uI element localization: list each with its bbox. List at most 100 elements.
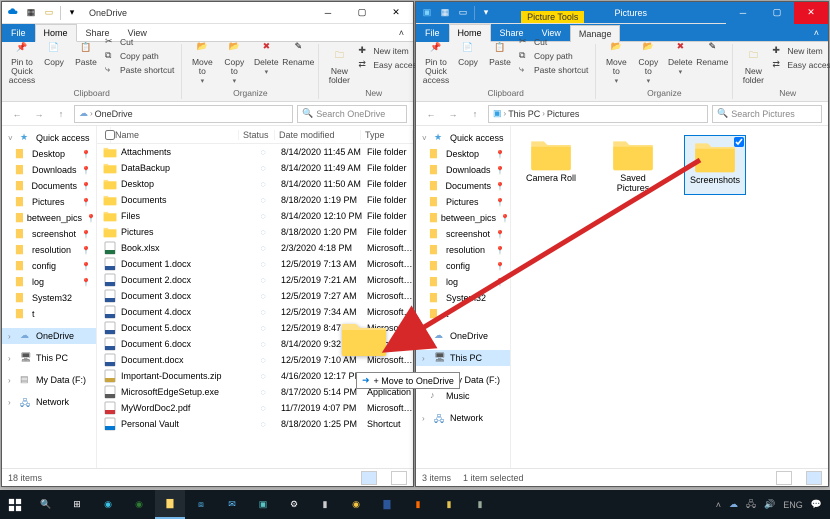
nav-item-system32[interactable]: ▇System32 — [416, 290, 510, 306]
file-row[interactable]: Attachments ◌ 8/14/2020 11:45 AM File fo… — [97, 144, 413, 160]
tab-share[interactable]: Share — [491, 24, 533, 42]
file-row[interactable]: Document 6.docx ◌ 8/14/2020 9:32 AM Micr… — [97, 336, 413, 352]
view-icons-button[interactable] — [806, 471, 822, 485]
tray-notifications-icon[interactable]: 💬 — [811, 499, 822, 510]
move-to-button[interactable]: 📂Move to — [600, 35, 632, 87]
nav-item-desktop[interactable]: ▇Desktop📍 — [2, 146, 96, 162]
copy-to-button[interactable]: 📂Copy to — [632, 35, 664, 87]
file-row[interactable]: MyWordDoc2.pdf ◌ 11/7/2019 4:07 PM Micro… — [97, 400, 413, 416]
breadcrumb[interactable]: ☁ › OneDrive — [74, 105, 293, 123]
photos-icon[interactable]: ▣ — [248, 490, 278, 519]
paint-icon[interactable]: ▮ — [434, 490, 464, 519]
system-tray[interactable]: ˄ ☁ 🖧 🔊 ENG 💬 — [716, 497, 830, 513]
new-item-button[interactable]: ✚New item — [355, 44, 424, 58]
nav-mydata[interactable]: ›▤My Data (F:) — [2, 372, 96, 388]
nav-this-pc[interactable]: ›🖥This PC — [2, 350, 96, 366]
pin-quick-access-button[interactable]: 📌Pin to Quick access — [420, 35, 452, 87]
vscode-icon[interactable]: ▮ — [403, 490, 433, 519]
file-row[interactable]: Files ◌ 8/14/2020 12:10 PM File folder — [97, 208, 413, 224]
nav-item-between_pics[interactable]: ▇between_pics📍 — [2, 210, 96, 226]
nav-music[interactable]: ♪Music — [416, 388, 510, 404]
rename-button[interactable]: ✎Rename — [282, 35, 314, 69]
folder-item[interactable]: Screenshots — [685, 136, 745, 194]
nav-item-pictures[interactable]: ▇Pictures📍 — [2, 194, 96, 210]
qat-dropdown-icon[interactable]: ▾ — [65, 6, 79, 20]
nav-fwd[interactable]: → — [30, 105, 48, 123]
file-row[interactable]: Personal Vault ◌ 8/18/2020 1:25 PM Short… — [97, 416, 413, 432]
search-input[interactable]: 🔍 Search OneDrive — [297, 105, 407, 123]
file-row[interactable]: DataBackup ◌ 8/14/2020 11:49 AM File fol… — [97, 160, 413, 176]
qat-dropdown-icon[interactable]: ▾ — [479, 6, 493, 20]
close-button[interactable]: ✕ — [379, 2, 413, 24]
nav-item-downloads[interactable]: ▇Downloads📍 — [2, 162, 96, 178]
file-row[interactable]: Document 4.docx ◌ 12/5/2019 7:34 AM Micr… — [97, 304, 413, 320]
nav-back[interactable]: ← — [8, 105, 26, 123]
move-to-button[interactable]: 📂Move to — [186, 35, 218, 87]
new-item-button[interactable]: ✚New item — [769, 44, 830, 58]
tab-file[interactable]: File — [2, 24, 35, 42]
nav-onedrive[interactable]: ›☁OneDrive — [2, 328, 96, 344]
app-icon[interactable]: ▮ — [465, 490, 495, 519]
ribbon-collapse[interactable]: ˄ — [805, 24, 828, 42]
tab-view[interactable]: View — [119, 24, 156, 42]
search-button[interactable]: 🔍 — [31, 490, 61, 519]
start-button[interactable] — [0, 490, 30, 519]
rename-button[interactable]: ✎Rename — [696, 35, 728, 69]
nav-item-screenshot[interactable]: ▇screenshot📍 — [2, 226, 96, 242]
file-row[interactable]: Document 2.docx ◌ 12/5/2019 7:21 AM Micr… — [97, 272, 413, 288]
nav-fwd[interactable]: → — [444, 105, 462, 123]
file-row[interactable]: Document 5.docx ◌ 12/5/2019 8:47 AM Micr… — [97, 320, 413, 336]
nav-item-resolution[interactable]: ▇resolution📍 — [2, 242, 96, 258]
nav-item-log[interactable]: ▇log📍 — [2, 274, 96, 290]
mail-icon[interactable]: ✉ — [217, 490, 247, 519]
qat-properties-icon[interactable]: ▦ — [24, 6, 38, 20]
terminal-icon[interactable]: ▮ — [310, 490, 340, 519]
store-icon[interactable]: ⧈ — [186, 490, 216, 519]
tab-manage[interactable]: Manage — [570, 25, 621, 42]
copy-path-button[interactable]: ⧉Copy path — [516, 49, 591, 63]
item-checkbox[interactable] — [734, 137, 744, 147]
pin-quick-access-button[interactable]: 📌Pin to Quick access — [6, 35, 38, 87]
nav-up[interactable]: ↑ — [466, 105, 484, 123]
edge-icon[interactable]: ◉ — [93, 490, 123, 519]
delete-button[interactable]: ✖Delete — [664, 35, 696, 78]
nav-item-screenshot[interactable]: ▇screenshot📍 — [416, 226, 510, 242]
nav-item-log[interactable]: ▇log📍 — [416, 274, 510, 290]
nav-item-between_pics[interactable]: ▇between_pics📍 — [416, 210, 510, 226]
nav-quick-access[interactable]: ˅★Quick access — [2, 130, 96, 146]
nav-item-system32[interactable]: ▇System32 — [2, 290, 96, 306]
view-icons-button[interactable] — [391, 471, 407, 485]
nav-item-desktop[interactable]: ▇Desktop📍 — [416, 146, 510, 162]
tab-home[interactable]: Home — [449, 24, 491, 42]
tab-file[interactable]: File — [416, 24, 449, 42]
minimize-button[interactable]: ─ — [726, 2, 760, 24]
nav-item-resolution[interactable]: ▇resolution📍 — [416, 242, 510, 258]
file-row[interactable]: Book.xlsx ◌ 2/3/2020 4:18 PM Microsoft E… — [97, 240, 413, 256]
taskbar[interactable]: 🔍 ⊞ ◉ ◉ ▇ ⧈ ✉ ▣ ⚙ ▮ ◉ ▇ ▮ ▮ ▮ ˄ ☁ 🖧 🔊 EN… — [0, 490, 830, 519]
tray-chevron-icon[interactable]: ˄ — [716, 500, 721, 510]
nav-this-pc[interactable]: ›🖥This PC — [416, 350, 510, 366]
nav-up[interactable]: ↑ — [52, 105, 70, 123]
nav-item-config[interactable]: ▇config📍 — [2, 258, 96, 274]
delete-button[interactable]: ✖Delete — [250, 35, 282, 78]
tray-lang[interactable]: ENG — [783, 500, 803, 510]
column-headers[interactable]: Name Status Date modified Type — [97, 126, 413, 144]
qat-newfolder-icon[interactable]: ▭ — [456, 6, 470, 20]
file-row[interactable]: Document.docx ◌ 12/5/2019 7:10 AM Micros… — [97, 352, 413, 368]
taskview-button[interactable]: ⊞ — [62, 490, 92, 519]
nav-network[interactable]: ›🖧Network — [2, 394, 96, 410]
easy-access-button[interactable]: ⇄Easy access — [355, 58, 424, 72]
minimize-button[interactable]: ─ — [311, 2, 345, 24]
nav-item-documents[interactable]: ▇Documents📍 — [416, 178, 510, 194]
word-icon[interactable]: ▇ — [372, 490, 402, 519]
new-folder-button[interactable]: 🗀New folder — [737, 44, 769, 87]
view-details-button[interactable] — [776, 471, 792, 485]
close-button[interactable]: ✕ — [794, 2, 828, 24]
settings-icon[interactable]: ⚙ — [279, 490, 309, 519]
nav-onedrive[interactable]: ›☁OneDrive — [416, 328, 510, 344]
tab-view[interactable]: View — [533, 24, 570, 42]
file-explorer-icon[interactable]: ▇ — [155, 490, 185, 519]
tab-home[interactable]: Home — [35, 24, 77, 42]
copy-to-button[interactable]: 📂Copy to — [218, 35, 250, 87]
tab-share[interactable]: Share — [77, 24, 119, 42]
